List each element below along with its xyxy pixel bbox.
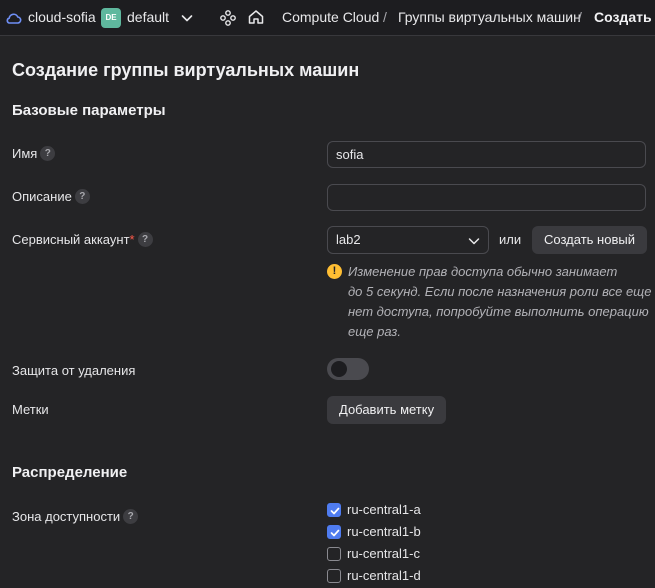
help-icon[interactable]: ? (123, 509, 139, 524)
breadcrumb-compute-cloud[interactable]: Compute Cloud (282, 9, 379, 25)
name-input[interactable]: sofia (327, 141, 646, 168)
name-label: Имя ? (12, 146, 56, 161)
add-label-button[interactable]: Добавить метку (327, 396, 447, 424)
cloud-icon[interactable] (4, 9, 22, 27)
zone-option-b[interactable]: ru-central1-b (327, 524, 421, 539)
services-icon[interactable] (219, 9, 237, 27)
warning-text-line: Изменение прав доступа обычно занимает (348, 264, 618, 279)
warning-text-line: еще раз. (348, 324, 401, 339)
required-mark: * (129, 232, 135, 247)
warning-text-line: нет доступа, попробуйте выполнить операц… (348, 304, 649, 319)
folder-name[interactable]: default (127, 9, 169, 25)
checkbox-unchecked-icon[interactable] (327, 546, 341, 561)
zone-option-label: ru-central1-a (347, 502, 421, 517)
warning-text-line: до 5 секунд. Если после назначения роли … (348, 284, 652, 299)
toggle-knob (331, 361, 347, 377)
service-account-select[interactable]: lab2 (327, 226, 489, 254)
zone-option-label: ru-central1-c (347, 546, 420, 561)
description-input[interactable] (327, 184, 646, 211)
zone-option-a[interactable]: ru-central1-a (327, 502, 421, 517)
chevron-down-icon[interactable] (180, 11, 194, 25)
section-title-distribution: Распределение (12, 464, 128, 481)
create-service-account-button[interactable]: Создать новый (532, 226, 647, 254)
zone-label-text: Зона доступности (12, 509, 121, 524)
section-title-basic: Базовые параметры (12, 102, 166, 119)
service-account-label-text: Сервисный аккаунт (12, 232, 130, 247)
help-icon[interactable]: ? (74, 189, 90, 204)
labels-label: Метки (12, 402, 49, 417)
description-label: Описание ? (12, 189, 90, 204)
folder-badge[interactable]: DE (101, 8, 121, 28)
service-account-value: lab2 (336, 232, 361, 247)
zone-label: Зона доступности ? (12, 509, 139, 524)
name-label-text: Имя (12, 146, 38, 161)
zone-option-label: ru-central1-d (347, 568, 421, 583)
service-account-label: Сервисный аккаунт * ? (12, 232, 153, 247)
warning-icon: ! (327, 264, 342, 279)
checkbox-checked-icon[interactable] (327, 502, 341, 517)
labels-label-text: Метки (12, 402, 49, 417)
breadcrumb-separator: / (578, 9, 582, 25)
checkbox-unchecked-icon[interactable] (327, 568, 341, 583)
deletion-protection-label-text: Защита от удаления (12, 363, 136, 378)
zone-option-d[interactable]: ru-central1-d (327, 568, 421, 583)
deletion-protection-toggle[interactable] (327, 358, 369, 380)
description-label-text: Описание (12, 189, 72, 204)
or-text: или (499, 232, 522, 247)
zone-option-label: ru-central1-b (347, 524, 421, 539)
zone-option-c[interactable]: ru-central1-c (327, 546, 420, 561)
breadcrumb-create: Создать (594, 9, 652, 25)
chevron-down-icon (468, 238, 480, 245)
home-icon[interactable] (247, 8, 265, 26)
help-icon[interactable]: ? (40, 146, 56, 161)
help-icon[interactable]: ? (137, 232, 153, 247)
top-bar: cloud-sofia DE default Compute Cloud / Г… (0, 0, 655, 36)
deletion-protection-label: Защита от удаления (12, 363, 135, 378)
checkbox-checked-icon[interactable] (327, 524, 341, 539)
breadcrumb-separator: / (383, 9, 387, 25)
breadcrumb-instance-groups[interactable]: Группы виртуальных машин (398, 9, 581, 25)
cloud-name[interactable]: cloud-sofia (28, 9, 96, 25)
page-title: Создание группы виртуальных машин (12, 60, 360, 80)
